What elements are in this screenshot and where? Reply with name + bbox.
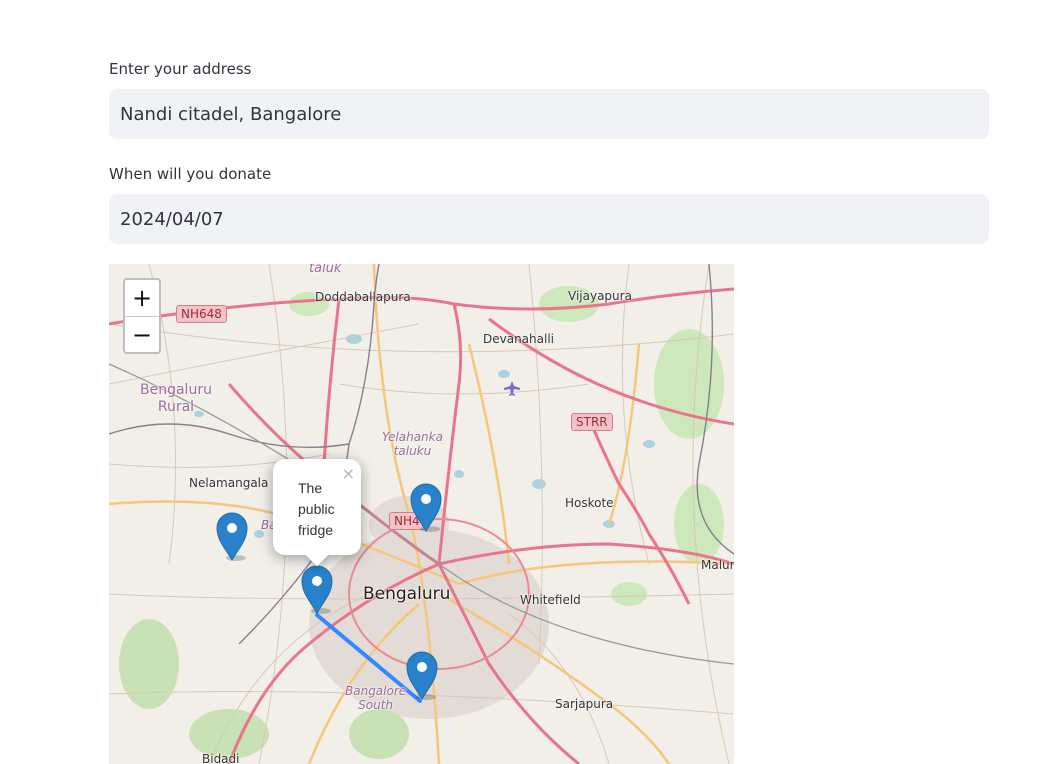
donation-date-label: When will you donate [109,165,272,183]
map-marker[interactable] [406,651,438,701]
place-label-nelamangala: Nelamangala [189,476,269,490]
donation-date-input[interactable] [109,194,989,244]
place-label-malur: Malur [701,558,734,572]
place-label-bengaluru: Bengaluru [363,584,451,604]
place-label-bengaluru-rural: Bengaluru Rural [140,382,212,415]
place-label-doddaballapura: Doddaballapura [315,290,411,304]
map-marker-public-fridge[interactable] [301,565,333,615]
place-label-devanahalli: Devanahalli [483,332,554,346]
place-label-taluk: taluk [309,264,342,276]
zoom-out-button[interactable]: − [125,317,159,353]
map-marker[interactable] [410,483,442,533]
road-shield-strr: STRR [571,413,613,431]
zoom-control: + − [123,278,161,354]
place-label-bangalore-south: Bangalore South [345,684,407,712]
zoom-in-button[interactable]: + [125,280,159,317]
place-label-sarjapura: Sarjapura [555,697,614,711]
map-marker[interactable] [216,512,248,562]
place-label-hoskote: Hoskote [565,496,614,510]
place-label-yelahanka: Yelahanka taluku [382,430,443,458]
address-label: Enter your address [109,60,252,78]
map-popup: × The public fridge [273,459,361,567]
address-input[interactable] [109,89,989,139]
place-label-bidadi: Bidadi [202,752,240,764]
popup-text: The public fridge [298,480,335,538]
place-label-vijayapura: Vijayapura [568,289,632,303]
map[interactable]: taluk Doddaballapura Vijayapura Devanaha… [109,264,734,764]
road-shield-nh648: NH648 [176,305,227,323]
place-label-whitefield: Whitefield [520,593,581,607]
